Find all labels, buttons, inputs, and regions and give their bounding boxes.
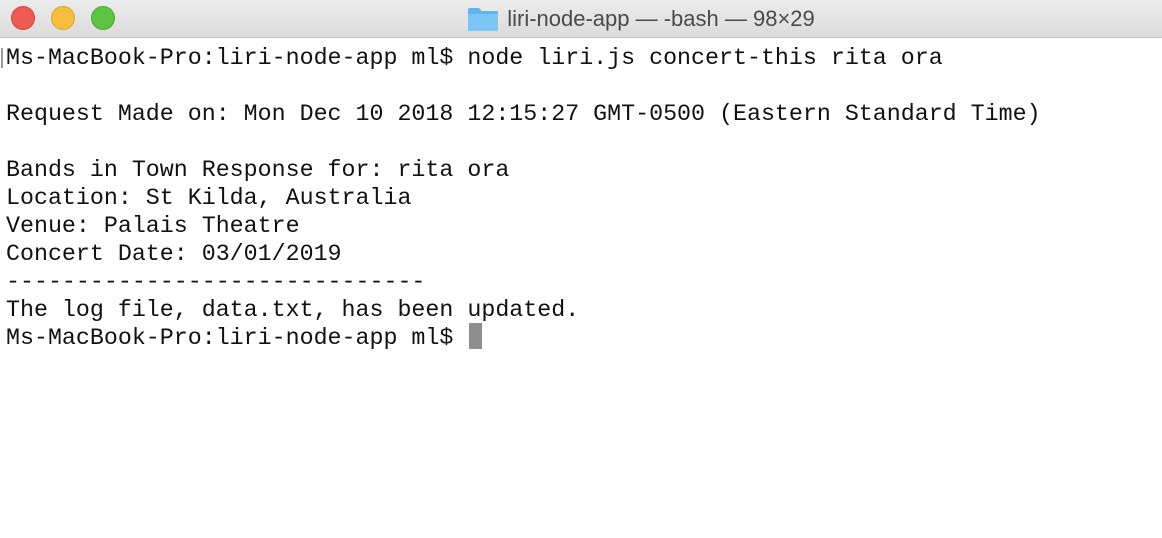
terminal-output[interactable]: Ms-MacBook-Pro:liri-node-app ml$ node li…: [0, 44, 1162, 538]
terminal-line: ------------------------------: [6, 269, 426, 295]
window-title: liri-node-app — -bash — 98×29: [507, 6, 815, 31]
terminal-line: Ms-MacBook-Pro:liri-node-app ml$ node li…: [0, 44, 1162, 72]
terminal-line: Concert Date: 03/01/2019: [6, 241, 342, 267]
terminal-line: Request Made on: Mon Dec 10 2018 12:15:2…: [6, 101, 1041, 127]
window-title-container: liri-node-app — -bash — 98×29: [0, 0, 1162, 38]
text-cursor: [469, 322, 483, 349]
terminal-window: liri-node-app — -bash — 98×29 Ms-MacBook…: [0, 0, 1162, 538]
prompt-line[interactable]: Ms-MacBook-Pro:liri-node-app ml$: [0, 322, 1162, 352]
shell-prompt: Ms-MacBook-Pro:liri-node-app ml$: [6, 325, 468, 351]
terminal-line: Bands in Town Response for: rita ora: [6, 157, 510, 183]
folder-icon: [468, 8, 499, 31]
terminal-line: Location: St Kilda, Australia: [6, 185, 412, 211]
terminal-line: Venue: Palais Theatre: [6, 213, 300, 239]
terminal-line: The log file, data.txt, has been updated…: [6, 297, 580, 323]
title-bar[interactable]: liri-node-app — -bash — 98×29: [0, 0, 1162, 38]
